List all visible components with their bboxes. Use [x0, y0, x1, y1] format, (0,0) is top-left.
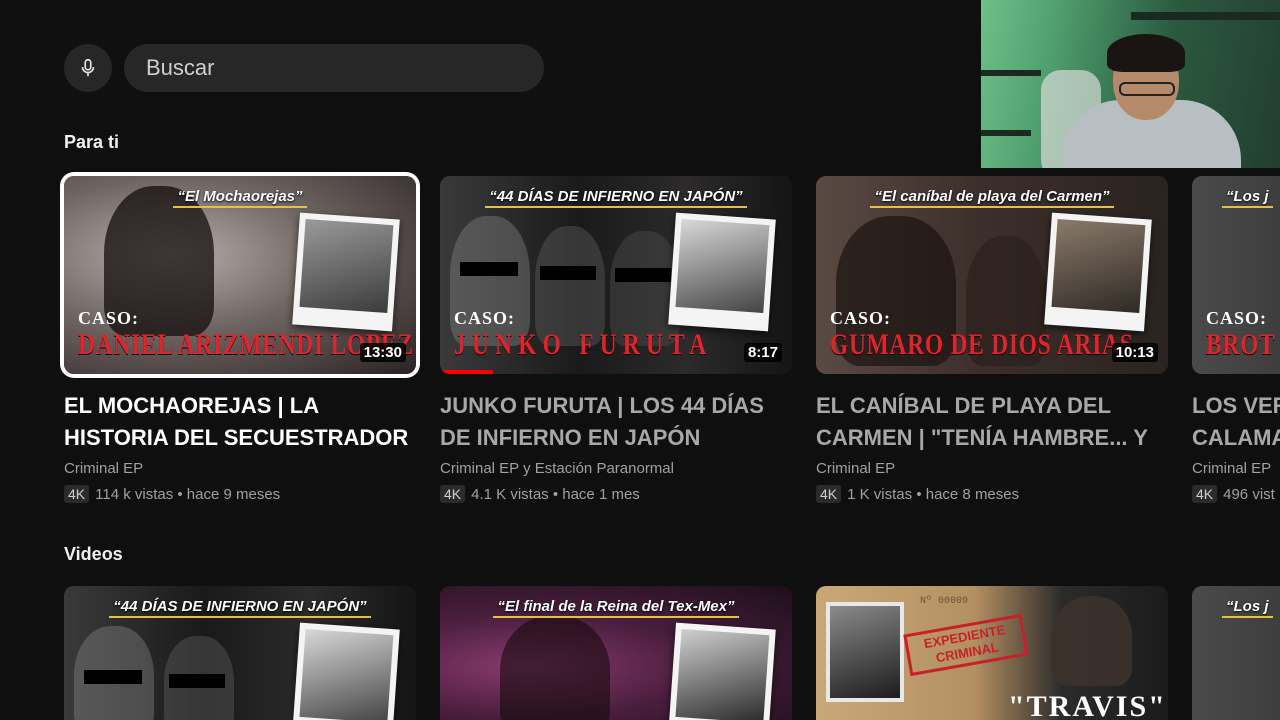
thumbnail-headline: “44 DÍAS DE INFIERNO EN JAPÓN”	[440, 188, 792, 208]
video-card[interactable]: “El caníbal de playa del Carmen” CASO: G…	[816, 176, 1168, 503]
thumbnail-name: GUMARO DE DIOS ARIAS	[830, 328, 1134, 361]
webcam-overlay	[981, 0, 1280, 168]
watch-progress-bar	[440, 370, 493, 374]
channel-name[interactable]: Criminal EP y Estación Paranormal	[440, 460, 792, 477]
video-card[interactable]: “El Mochaorejas” CASO: DANIEL ARIZMENDI …	[64, 176, 416, 503]
video-card[interactable]: “44 DÍAS DE INFIERNO EN JAPÓN”	[64, 586, 416, 720]
channel-name[interactable]: Criminal EP	[64, 460, 416, 477]
video-stats: 496 vist	[1223, 485, 1275, 503]
quality-badge: 4K	[64, 485, 90, 503]
thumbnail-photo	[1044, 212, 1152, 332]
channel-name[interactable]: Criminal EP	[816, 460, 1168, 477]
thumbnail-photo	[826, 602, 904, 702]
search-bar[interactable]	[124, 44, 544, 92]
video-card[interactable]: “Los j CASO: BROT LOS VER CALAMA Crimina…	[1192, 176, 1280, 503]
video-title[interactable]: JUNKO FURUTA | LOS 44 DÍAS DE INFIERNO E…	[440, 390, 792, 454]
thumbnail-name: "TRAVIS"	[1008, 690, 1167, 720]
video-meta: 4K 4.1 K vistas • hace 1 mes	[440, 485, 792, 503]
quality-badge: 4K	[816, 485, 842, 503]
video-thumbnail[interactable]: “44 DÍAS DE INFIERNO EN JAPÓN” CASO: JUN…	[440, 176, 792, 374]
section-title-for-you: Para ti	[64, 132, 120, 152]
video-thumbnail[interactable]: “El final de la Reina del Tex-Mex”	[440, 586, 792, 720]
video-card[interactable]: “El final de la Reina del Tex-Mex”	[440, 586, 792, 720]
quality-badge: 4K	[1192, 485, 1218, 503]
thumbnail-photo	[668, 622, 776, 720]
video-stats: 1 K vistas • hace 8 meses	[847, 485, 1020, 503]
video-meta: 4K 496 vist	[1192, 485, 1280, 503]
thumbnail-name: BROT	[1206, 328, 1276, 361]
thumbnail-caso: CASO:	[830, 308, 892, 328]
video-stats: 4.1 K vistas • hace 1 mes	[471, 485, 640, 503]
video-title[interactable]: LOS VER CALAMA	[1192, 390, 1280, 454]
channel-name[interactable]: Criminal EP	[1192, 460, 1280, 477]
thumbnail-headline: “Los j	[1222, 598, 1280, 618]
quality-badge: 4K	[440, 485, 466, 503]
video-thumbnail[interactable]: “Los j	[1192, 586, 1280, 720]
section-title-videos: Videos	[64, 544, 123, 564]
video-stats: 114 k vistas • hace 9 meses	[95, 485, 281, 503]
thumbnail-caso: CASO:	[1206, 308, 1268, 328]
thumbnail-photo	[292, 212, 400, 332]
video-thumbnail[interactable]: “El caníbal de playa del Carmen” CASO: G…	[816, 176, 1168, 374]
video-card[interactable]: “44 DÍAS DE INFIERNO EN JAPÓN” CASO: JUN…	[440, 176, 792, 503]
video-duration: 8:17	[743, 343, 782, 362]
video-duration: 13:30	[359, 343, 406, 362]
video-thumbnail[interactable]: “El Mochaorejas” CASO: DANIEL ARIZMENDI …	[64, 176, 416, 374]
search-input[interactable]	[146, 55, 544, 81]
video-title[interactable]: EL MOCHAOREJAS | LA HISTORIA DEL SECUEST…	[64, 390, 416, 454]
thumbnail-headline: “Los j	[1222, 188, 1280, 208]
video-card[interactable]: “Los j	[1192, 586, 1280, 720]
microphone-icon	[81, 58, 95, 77]
thumbnail-photo	[668, 212, 776, 332]
video-title[interactable]: EL CANÍBAL DE PLAYA DEL CARMEN | "TENÍA …	[816, 390, 1168, 454]
thumbnail-photo	[292, 622, 400, 720]
video-thumbnail[interactable]: Nº 00009 EXPEDIENTE CRIMINAL "TRAVIS"	[816, 586, 1168, 720]
thumbnail-headline: “El Mochaorejas”	[64, 188, 416, 208]
folder-number: Nº 00009	[920, 596, 969, 607]
thumbnail-caso: CASO:	[78, 308, 140, 328]
video-thumbnail[interactable]: “44 DÍAS DE INFIERNO EN JAPÓN”	[64, 586, 416, 720]
thumbnail-caso: CASO:	[454, 308, 516, 328]
thumbnail-headline: “44 DÍAS DE INFIERNO EN JAPÓN”	[64, 598, 416, 618]
video-card[interactable]: Nº 00009 EXPEDIENTE CRIMINAL "TRAVIS"	[816, 586, 1168, 720]
video-duration: 10:13	[1111, 343, 1158, 362]
video-thumbnail[interactable]: “Los j CASO: BROT	[1192, 176, 1280, 374]
voice-search-button[interactable]	[64, 44, 112, 92]
thumbnail-headline: “El caníbal de playa del Carmen”	[816, 188, 1168, 208]
thumbnail-name: JUNKO FURUTA	[454, 328, 713, 361]
video-meta: 4K 1 K vistas • hace 8 meses	[816, 485, 1168, 503]
thumbnail-headline: “El final de la Reina del Tex-Mex”	[440, 598, 792, 618]
video-meta: 4K 114 k vistas • hace 9 meses	[64, 485, 416, 503]
